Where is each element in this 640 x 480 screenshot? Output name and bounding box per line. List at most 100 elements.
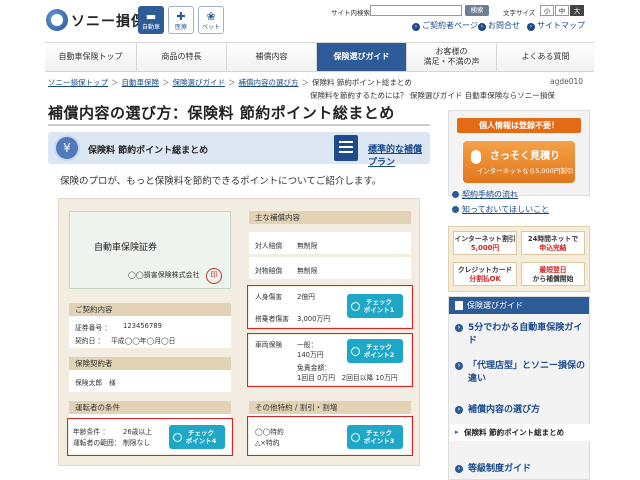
insured-heading: 保険契約者 bbox=[69, 357, 231, 370]
category-car-button[interactable]: ▬ 自動車 bbox=[138, 6, 164, 34]
breadcrumb-coverage-choice[interactable]: 補償内容の選び方 bbox=[239, 78, 299, 87]
title-divider bbox=[48, 124, 430, 126]
standard-plan-link[interactable]: 標準的な補償プラン bbox=[368, 142, 430, 168]
breadcrumb: ソニー損保トップ＞自動車保険＞保険選びガイド＞補償内容の選び方＞保険料 節約ポイ… bbox=[48, 77, 412, 88]
logo-text[interactable]: ソニー損保 bbox=[71, 11, 146, 31]
site-search-input[interactable] bbox=[370, 5, 462, 16]
contract-date-label: 契約日 ： bbox=[75, 337, 105, 345]
chevron-right-icon: › bbox=[455, 324, 463, 332]
policy-illustration: 自動車保険証券 ◯◯損害保険株式会社 印 ご契約内容 証券番号 ： 123456… bbox=[58, 198, 420, 466]
sitemap-link-label: サイトマップ bbox=[537, 21, 585, 30]
search-button[interactable]: 検索 bbox=[465, 5, 489, 16]
breadcrumb-separator: ＞ bbox=[228, 78, 236, 87]
contract-number-label: 証券番号 ： bbox=[75, 324, 112, 332]
nav-features[interactable]: 商品の特長 bbox=[137, 43, 227, 71]
guide-item-agency-difference[interactable]: › 「代理店型」とソニー損保の違い bbox=[455, 360, 585, 386]
nav-customer-voice[interactable]: お客様の 満足・不満の声 bbox=[407, 43, 497, 71]
breadcrumb-separator: ＞ bbox=[111, 78, 119, 87]
contract-number-value: 123456789 bbox=[123, 322, 162, 330]
global-nav: 自動車保険トップ 商品の特長 補償内容 保険選びガイド お客様の 満足・不満の声… bbox=[45, 42, 594, 72]
font-size-large-button[interactable]: 大 bbox=[570, 5, 584, 16]
check-point-2-line2: ポイント2 bbox=[363, 351, 395, 359]
breadcrumb-separator: ＞ bbox=[162, 78, 170, 87]
category-pet-button[interactable]: ❀ ペット bbox=[198, 6, 224, 34]
site-header: ソニー損保 ▬ 自動車 ✚ 医療 ❀ ペット サイト内検索 検索 文字サイズ 小… bbox=[0, 0, 640, 40]
check-point-2-line1: チェック bbox=[366, 343, 392, 351]
badge-line: から補償開始 bbox=[532, 275, 574, 283]
badge-credit-card: クレジットカード 分割払OK bbox=[453, 262, 517, 286]
sub-tagline: 保険料を節約するためには？ 保険選びガイド 自動車保険ならソニー損保 bbox=[310, 91, 555, 100]
guide-item-label: 「代理店型」とソニー損保の違い bbox=[468, 361, 586, 384]
contact-link[interactable]: › お問合せ bbox=[478, 20, 520, 31]
member-page-link-label: ご契約者ページ bbox=[422, 21, 478, 30]
policy-certificate: 自動車保険証券 ◯◯損害保険株式会社 印 bbox=[69, 211, 231, 289]
category-car-label: 自動車 bbox=[141, 24, 160, 31]
page-title: 補償内容の選び方：保険料 節約ポイント総まとめ bbox=[48, 104, 395, 122]
badge-line: 5,000円 bbox=[470, 244, 500, 252]
badge-internet-discount: インターネット割引 5,000円 bbox=[453, 231, 517, 255]
breadcrumb-separator: ＞ bbox=[301, 78, 310, 87]
coverage-key-property: 対物賠償 bbox=[255, 267, 283, 275]
breadcrumb-top[interactable]: ソニー損保トップ bbox=[48, 78, 108, 87]
breadcrumb-car-insurance[interactable]: 自動車保険 bbox=[122, 78, 160, 87]
category-pet-label: ペット bbox=[201, 24, 220, 31]
banner-label: 保険料 節約ポイント総まとめ bbox=[88, 146, 209, 156]
check-point-4-line1: チェック bbox=[188, 429, 214, 437]
contract-heading: ご契約内容 bbox=[69, 303, 231, 316]
category-medical-button[interactable]: ✚ 医療 bbox=[168, 6, 194, 34]
badge-line: 最短翌日 bbox=[539, 266, 567, 274]
sitemap-link[interactable]: › サイトマップ bbox=[527, 20, 585, 31]
coverage-key-bodily: 対人賠償 bbox=[255, 242, 283, 250]
yen-coin-icon: ¥ bbox=[54, 135, 80, 161]
quote-button-sublabel: インターネットなら5,000円割引 bbox=[476, 167, 574, 175]
check-point-3-button[interactable]: チェック ポイント3 bbox=[347, 425, 403, 449]
options-heading: その他特約 / 割引・割増 bbox=[249, 401, 411, 414]
nav-faq[interactable]: よくある質問 bbox=[497, 43, 594, 71]
guide-heading: 保険選びガイド bbox=[449, 297, 589, 314]
check-point-1-line2: ポイント1 bbox=[363, 306, 395, 314]
contract-date-value: 平成◯◯年◯月◯日 bbox=[111, 337, 176, 345]
badge-next-day: 最短翌日 から補償開始 bbox=[521, 262, 585, 286]
check-point-4-line2: ポイント4 bbox=[185, 437, 217, 445]
check-point-1-line1: チェック bbox=[366, 298, 392, 306]
guide-item-label: 等級制度ガイド bbox=[468, 464, 532, 474]
coverage-value-bodily: 無制限 bbox=[297, 242, 318, 250]
nav-insurance-guide[interactable]: 保険選びガイド bbox=[317, 43, 407, 71]
check-point-1-button[interactable]: チェック ポイント1 bbox=[347, 294, 403, 318]
guide-item-coverage-choice[interactable]: › 補償内容の選び方 bbox=[455, 404, 585, 417]
guide-menu: 保険選びガイド › 5分でわかる自動車保険ガイド › 「代理店型」とソニー損保の… bbox=[448, 296, 590, 480]
font-size-medium-button[interactable]: 中 bbox=[555, 5, 569, 16]
badge-line: 申込完結 bbox=[539, 244, 567, 252]
section-banner: ¥ 保険料 節約ポイント総まとめ 標準的な補償プラン bbox=[48, 132, 430, 168]
guide-sub-item-current[interactable]: 保険料 節約ポイント総まとめ bbox=[450, 424, 590, 441]
badge-line: 分割払OK bbox=[469, 275, 501, 283]
guide-item-label: 補償内容の選び方 bbox=[468, 405, 541, 415]
chevron-right-icon: › bbox=[478, 23, 486, 31]
contract-flow-link[interactable]: 契約手続の流れ bbox=[452, 189, 518, 200]
check-point-3-line2: ポイント3 bbox=[363, 437, 395, 445]
badge-line: クレジットカード bbox=[457, 266, 513, 274]
check-point-4-button[interactable]: チェック ポイント4 bbox=[169, 425, 225, 449]
check-point-2-button[interactable]: チェック ポイント2 bbox=[347, 339, 403, 363]
member-page-link[interactable]: › ご契約者ページ bbox=[412, 20, 478, 31]
chevron-right-icon: › bbox=[455, 465, 463, 473]
certificate-company: ◯◯損害保険株式会社 bbox=[128, 271, 200, 279]
sony-logo-icon[interactable] bbox=[46, 9, 68, 31]
driver-heading: 運転者の条件 bbox=[69, 401, 231, 414]
chevron-right-icon: › bbox=[527, 23, 535, 31]
quote-promo: 個人情報は登録不要！ さっそく見積り インターネットなら5,000円割引 bbox=[448, 110, 590, 196]
breadcrumb-guide[interactable]: 保険選びガイド bbox=[173, 78, 226, 87]
notice-link[interactable]: 知っておいてほしいこと bbox=[452, 204, 549, 215]
guide-item-5min[interactable]: › 5分でわかる自動車保険ガイド bbox=[455, 322, 585, 348]
intro-text: 保険のプロが、もっと保険料を節約できるポイントについてご紹介します。 bbox=[60, 176, 382, 187]
contact-link-label: お問合せ bbox=[488, 21, 520, 30]
coverage-heading: 主な補償内容 bbox=[249, 211, 411, 224]
guide-item-grade-system[interactable]: › 等級制度ガイド bbox=[455, 463, 585, 476]
font-size-small-button[interactable]: 小 bbox=[540, 5, 554, 16]
quote-button[interactable]: さっそく見積り インターネットなら5,000円割引 bbox=[463, 141, 575, 183]
nav-coverage[interactable]: 補償内容 bbox=[227, 43, 317, 71]
promo-tag: 個人情報は登録不要！ bbox=[457, 118, 581, 133]
seal-icon: 印 bbox=[206, 268, 222, 284]
breadcrumb-current: 保険料 節約ポイント総まとめ bbox=[312, 78, 412, 87]
nav-car-insurance-top[interactable]: 自動車保険トップ bbox=[45, 43, 137, 71]
